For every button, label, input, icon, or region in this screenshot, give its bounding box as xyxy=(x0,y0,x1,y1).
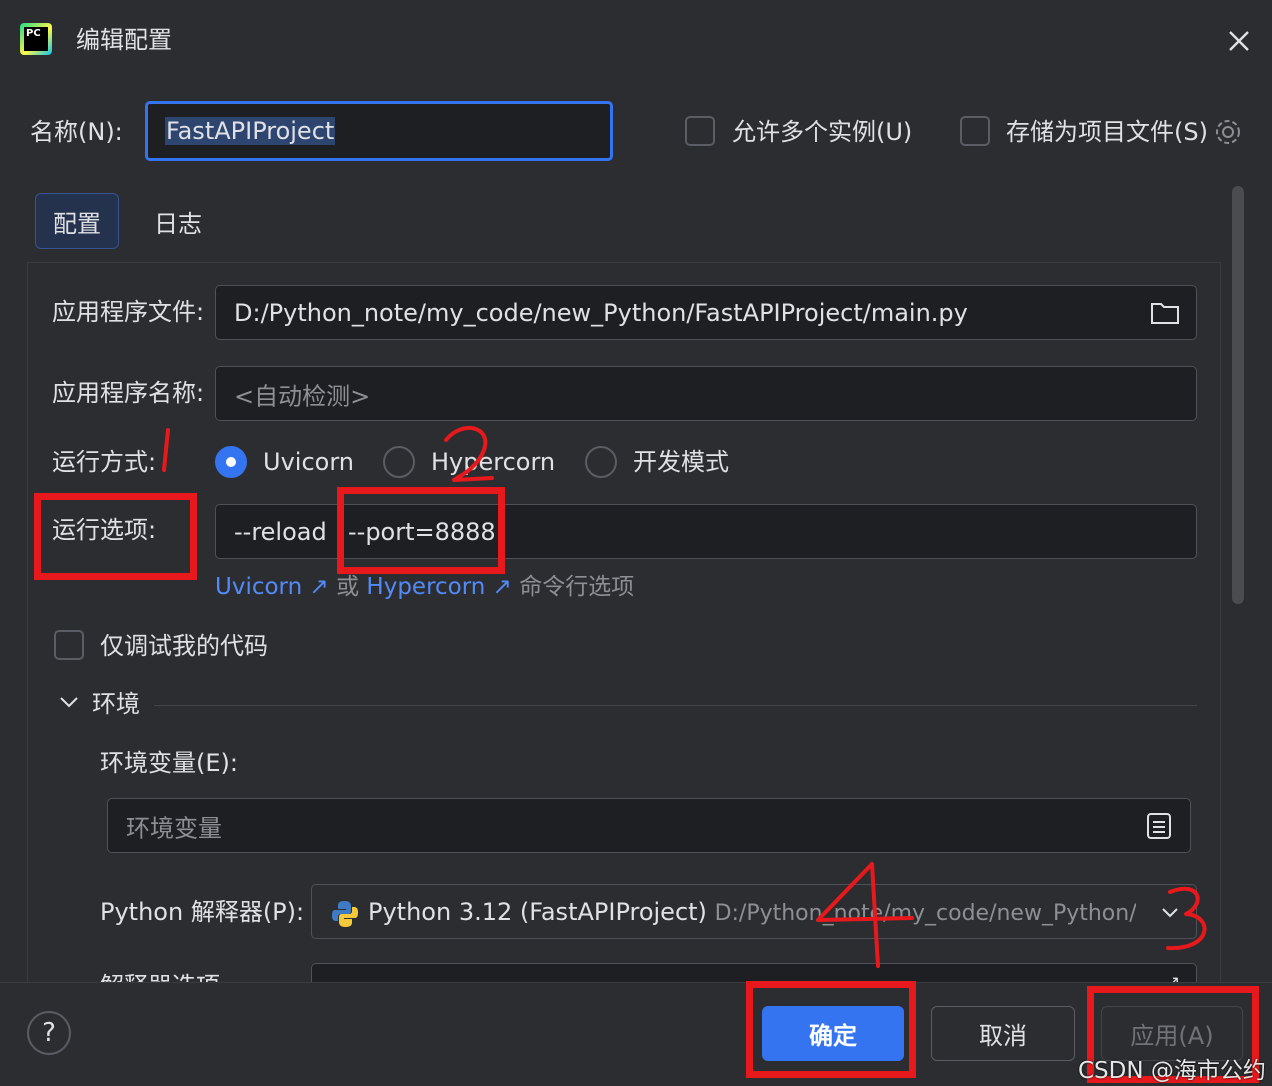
radio-hypercorn[interactable] xyxy=(383,446,415,478)
store-as-file-label: 存储为项目文件(S) xyxy=(1006,118,1208,146)
app-name-input[interactable]: <自动检测> xyxy=(215,366,1197,421)
highlight-port xyxy=(337,487,505,574)
interpreter-label: Python 解释器(P): xyxy=(100,898,305,926)
close-icon[interactable] xyxy=(1224,26,1254,56)
tab-logs[interactable]: 日志 xyxy=(136,193,220,249)
run-options-reload: --reload xyxy=(234,517,327,546)
hypercorn-link[interactable]: Hypercorn xyxy=(366,574,485,600)
footer-divider xyxy=(0,982,1272,983)
interpreter-options-row: 解释器选项 ↗ xyxy=(0,962,1225,982)
env-section-title: 环境 xyxy=(92,690,140,718)
env-section-divider xyxy=(154,705,1197,706)
interpreter-options-label: 解释器选项 xyxy=(100,974,220,982)
app-file-input[interactable]: D:/Python_note/my_code/new_Python/FastAP… xyxy=(215,285,1197,340)
help-links: Uvicorn ↗ 或 Hypercorn ↗ 命令行选项 xyxy=(215,576,634,599)
external-link-icon: ↗ xyxy=(309,574,329,600)
interpreter-select[interactable]: Python 3.12 (FastAPIProject) D:/Python_n… xyxy=(311,884,1197,939)
folder-icon[interactable] xyxy=(1150,300,1180,330)
python-icon xyxy=(330,899,360,933)
window-title: 编辑配置 xyxy=(76,26,172,54)
debug-my-code-checkbox[interactable] xyxy=(54,630,84,660)
app-file-value: D:/Python_note/my_code/new_Python/FastAP… xyxy=(234,298,968,327)
app-name-label: 应用程序名称: xyxy=(52,379,205,407)
app-logo: PC xyxy=(20,23,52,55)
gear-icon[interactable] xyxy=(1212,116,1244,148)
interpreter-path: D:/Python_note/my_code/new_Python/FastAP… xyxy=(714,900,1136,926)
scrollbar-thumb[interactable] xyxy=(1232,186,1244,604)
interpreter-value: Python 3.12 (FastAPIProject) D:/Python_n… xyxy=(368,898,1136,926)
debug-my-code-label: 仅调试我的代码 xyxy=(100,632,268,660)
chevron-down-icon[interactable] xyxy=(1160,905,1180,924)
highlight-run-options-label xyxy=(34,493,197,580)
radio-dev-mode-label: 开发模式 xyxy=(633,448,729,476)
env-vars-placeholder: 环境变量 xyxy=(126,814,222,842)
uvicorn-link[interactable]: Uvicorn xyxy=(215,574,302,600)
cancel-button[interactable]: 取消 xyxy=(931,1006,1075,1061)
allow-multiple-label: 允许多个实例(U) xyxy=(732,118,913,146)
radio-uvicorn[interactable] xyxy=(215,446,247,478)
expand-icon[interactable]: ↗ xyxy=(1167,972,1180,982)
list-icon[interactable] xyxy=(1146,812,1172,844)
interpreter-name: Python 3.12 (FastAPIProject) xyxy=(368,897,707,926)
tab-logs-label: 日志 xyxy=(154,209,202,238)
radio-uvicorn-label: Uvicorn xyxy=(263,448,354,476)
store-as-file-checkbox[interactable] xyxy=(960,116,990,146)
cancel-label: 取消 xyxy=(979,1022,1027,1050)
env-vars-input[interactable]: 环境变量 xyxy=(107,798,1191,853)
name-input[interactable]: FastAPIProject xyxy=(145,101,613,161)
name-label: 名称(N): xyxy=(30,118,123,146)
highlight-ok-button xyxy=(746,981,916,1078)
chevron-down-icon[interactable] xyxy=(58,694,80,710)
run-mode-label: 运行方式: xyxy=(52,448,157,476)
help-icon: ? xyxy=(42,1018,56,1048)
help-or: 或 xyxy=(336,574,360,600)
radio-hypercorn-label: Hypercorn xyxy=(431,448,556,476)
app-name-placeholder: <自动检测> xyxy=(234,382,371,410)
allow-multiple-checkbox[interactable] xyxy=(685,116,715,146)
app-logo-text: PC xyxy=(24,27,48,51)
external-link-icon: ↗ xyxy=(492,574,512,600)
help-suffix: 命令行选项 xyxy=(519,574,635,600)
interpreter-options-input[interactable]: ↗ xyxy=(311,963,1197,982)
radio-dev-mode[interactable] xyxy=(585,446,617,478)
env-vars-label: 环境变量(E): xyxy=(100,749,238,777)
tab-config-label: 配置 xyxy=(53,209,101,238)
app-file-label: 应用程序文件: xyxy=(52,298,205,326)
name-value: FastAPIProject xyxy=(165,117,336,145)
help-button[interactable]: ? xyxy=(27,1011,71,1055)
watermark: CSDN @海市公约 xyxy=(1078,1058,1266,1084)
tab-config[interactable]: 配置 xyxy=(35,193,119,249)
